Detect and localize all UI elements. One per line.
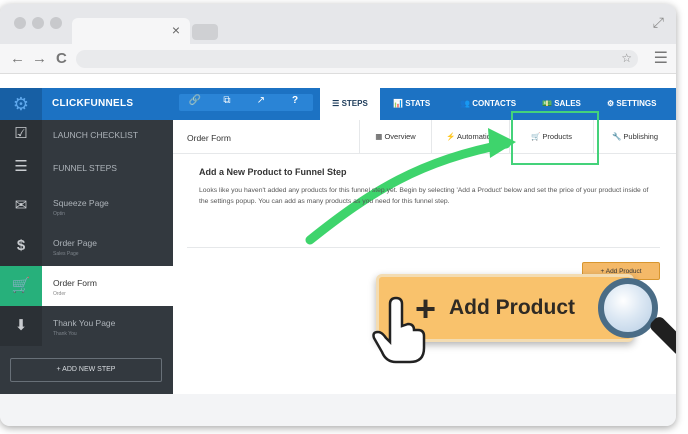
funnel-step-order-page[interactable]: $ Order Page Sales Page (0, 226, 173, 266)
external-link-icon[interactable]: ↗ (251, 95, 271, 106)
step-header: Order Form ▦ Overview ⚡ Automation 🛒 Pro… (173, 120, 676, 154)
tab-automation-label: Automation (457, 132, 495, 141)
brand-name: CLICKFUNNELS (52, 98, 134, 109)
browser-tab[interactable]: × (72, 18, 190, 44)
funnel-step-squeeze-page[interactable]: ✉ Squeeze Page Optin (0, 186, 173, 226)
address-bar[interactable]: ☆ (76, 50, 638, 68)
back-icon[interactable]: ← (10, 50, 25, 67)
cart-icon: 🛒 (0, 266, 42, 306)
add-new-step-button[interactable]: + ADD NEW STEP (10, 358, 162, 382)
funnel-step-order-form[interactable]: 🛒 Order Form Order (0, 266, 173, 306)
tab-close-icon[interactable]: × (172, 22, 180, 38)
step-name: Order Form (53, 278, 97, 288)
stats-icon: 📊 (393, 99, 403, 108)
tab-automation[interactable]: ⚡ Automation (431, 120, 509, 154)
copy-icon[interactable]: ⧉ (217, 95, 237, 106)
tab-overview-label: Overview (384, 132, 416, 141)
window-footer (0, 394, 676, 426)
sidebar-item-label: LAUNCH CHECKLIST (53, 130, 139, 140)
tab-settings[interactable]: ⚙ SETTINGS (607, 88, 656, 120)
tab-sales-label: SALES (554, 99, 581, 108)
step-type: Sales Page (53, 251, 79, 257)
step-type: Thank You (53, 331, 77, 337)
help-icon[interactable]: ? (285, 95, 305, 106)
reload-icon[interactable]: C (56, 50, 67, 67)
toolbar-group: 🔗 ⧉ ↗ ? (179, 94, 313, 111)
sidebar-item-launch-checklist[interactable]: ☑ LAUNCH CHECKLIST (0, 120, 173, 148)
list-icon: ☰ (0, 148, 42, 186)
gear-logo-icon[interactable]: ⚙ (0, 88, 42, 120)
sales-icon: 💵 (542, 99, 552, 108)
step-type: Order (53, 291, 66, 297)
tab-publishing[interactable]: 🔧 Publishing (593, 120, 676, 154)
panel-title: Add a New Product to Funnel Step (199, 167, 347, 177)
tab-publishing-label: Publishing (623, 132, 659, 141)
forward-icon[interactable]: → (32, 50, 47, 67)
panel-description: Looks like you haven't added any product… (199, 187, 649, 205)
link-icon[interactable]: 🔗 (185, 95, 205, 106)
checklist-icon: ☑ (0, 120, 42, 148)
grid-icon: ▦ (375, 132, 383, 141)
step-name: Thank You Page (53, 318, 116, 328)
window-minimize-dot[interactable] (32, 17, 44, 29)
divider (187, 247, 660, 248)
browser-window: × ⤢ ← → C ☆ ☰ ⚙ CLICKFUNNELS 🔗 ⧉ ↗ ? ☰ S… (0, 4, 676, 426)
tab-settings-label: SETTINGS (616, 99, 657, 108)
sidebar-item-label: FUNNEL STEPS (53, 163, 117, 173)
envelope-icon: ✉ (0, 186, 42, 226)
funnel-sidebar: ☑ LAUNCH CHECKLIST ☰ FUNNEL STEPS ✉ Sque… (0, 120, 173, 394)
window-maximize-dot[interactable] (50, 17, 62, 29)
download-icon: ⬇ (0, 306, 42, 346)
sidebar-item-funnel-steps: ☰ FUNNEL STEPS (0, 148, 173, 186)
tab-stats-label: STATS (405, 99, 431, 108)
new-tab-button[interactable] (192, 24, 218, 40)
tab-overview[interactable]: ▦ Overview (359, 120, 431, 154)
step-name: Order Page (53, 238, 97, 248)
window-close-dot[interactable] (14, 17, 26, 29)
step-name: Squeeze Page (53, 198, 109, 208)
settings-icon: ⚙ (607, 99, 615, 108)
funnel-step-thank-you-page[interactable]: ⬇ Thank You Page Thank You (0, 306, 173, 346)
tab-steps-label: STEPS (341, 99, 368, 108)
add-product-label: Add Product (449, 296, 575, 319)
contacts-icon: 👥 (460, 99, 470, 108)
products-highlight-box (511, 111, 599, 165)
browser-chrome: × ⤢ (0, 4, 676, 44)
tab-stats[interactable]: 📊 STATS (393, 88, 430, 120)
tab-contacts[interactable]: 👥 CONTACTS (460, 88, 516, 120)
step-type: Optin (53, 211, 65, 217)
dollar-icon: $ (0, 226, 42, 266)
hand-cursor-icon (372, 296, 426, 364)
expand-icon[interactable]: ⤢ (653, 14, 664, 31)
wrench-icon: 🔧 (611, 132, 622, 141)
automation-icon: ⚡ (446, 132, 456, 141)
address-row: ← → C ☆ ☰ (0, 44, 676, 74)
browser-menu-icon[interactable]: ☰ (654, 48, 668, 68)
steps-icon: ☰ (332, 99, 340, 108)
tab-steps[interactable]: ☰ STEPS (320, 88, 380, 120)
tab-contacts-label: CONTACTS (472, 99, 517, 108)
bookmark-star-icon[interactable]: ☆ (621, 51, 632, 65)
magnifier-icon (598, 278, 658, 338)
page-title: Order Form (187, 133, 231, 143)
